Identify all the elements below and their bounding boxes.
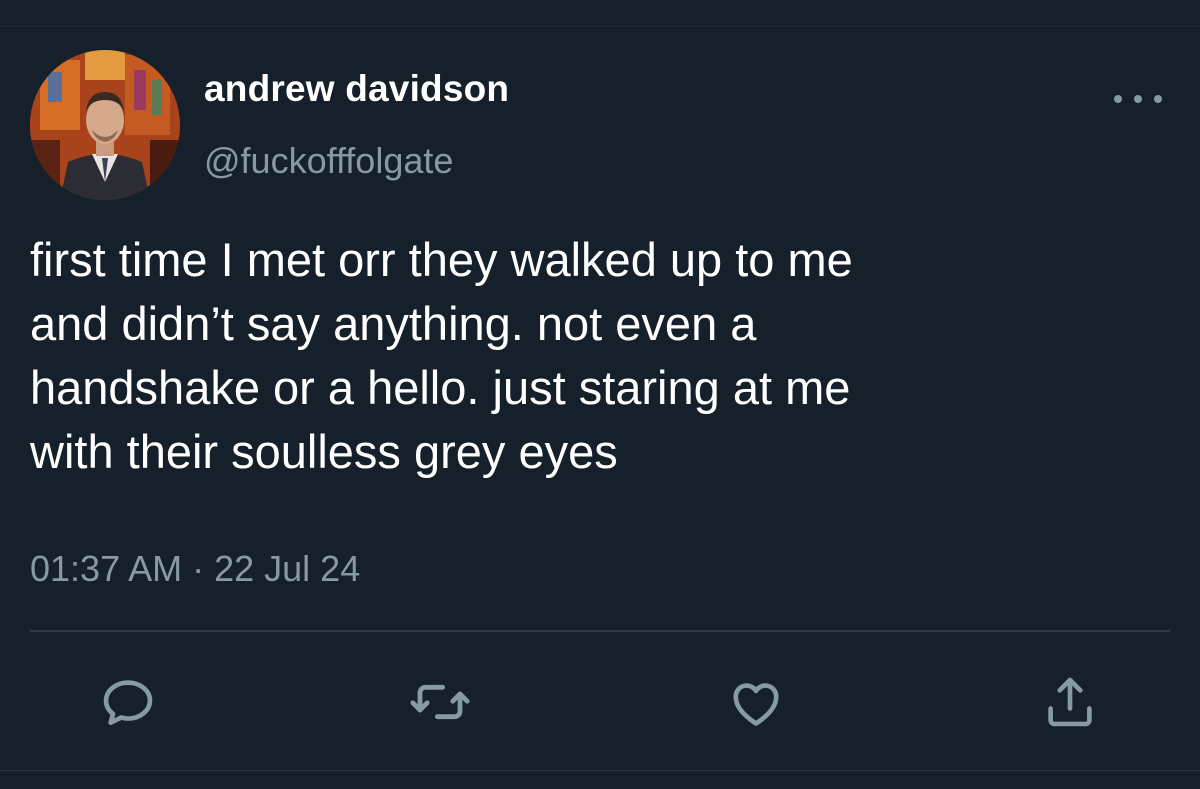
bottom-divider [0, 770, 1200, 771]
more-dot [1134, 95, 1142, 103]
tweet-date: 22 Jul 24 [214, 548, 361, 589]
more-options-icon[interactable] [1114, 84, 1162, 114]
tweet-text-line: handshake or a hello. just staring at me [30, 361, 851, 414]
tweet-text: first time I met orr they walked up to m… [30, 228, 1170, 484]
more-dot [1114, 95, 1122, 103]
retweet-button[interactable] [408, 670, 472, 734]
avatar-image [30, 50, 180, 200]
avatar[interactable] [30, 50, 180, 200]
share-button[interactable] [1038, 670, 1102, 734]
author-display-name[interactable]: andrew davidson [204, 68, 509, 110]
retweet-icon [410, 684, 470, 720]
tweet-text-line: and didn’t say anything. not even a [30, 297, 757, 350]
share-icon [1048, 677, 1092, 727]
meta-separator: · [192, 548, 205, 589]
tweet-time: 01:37 AM [30, 548, 183, 589]
tweet-text-line: with their soulless grey eyes [30, 425, 618, 478]
more-dot [1154, 95, 1162, 103]
author-handle[interactable]: @fuckofffolgate [204, 140, 453, 182]
like-icon [733, 683, 779, 726]
tweet-timestamp[interactable]: 01:37 AM · 22 Jul 24 [30, 548, 360, 590]
tweet-text-line: first time I met orr they walked up to m… [30, 233, 853, 286]
reply-button[interactable] [96, 670, 160, 734]
action-bar [0, 670, 1200, 734]
tweet-card: andrew davidson @fuckofffolgate first ti… [0, 0, 1200, 789]
like-button[interactable] [724, 670, 788, 734]
actions-divider [30, 630, 1170, 632]
reply-icon [103, 680, 153, 725]
